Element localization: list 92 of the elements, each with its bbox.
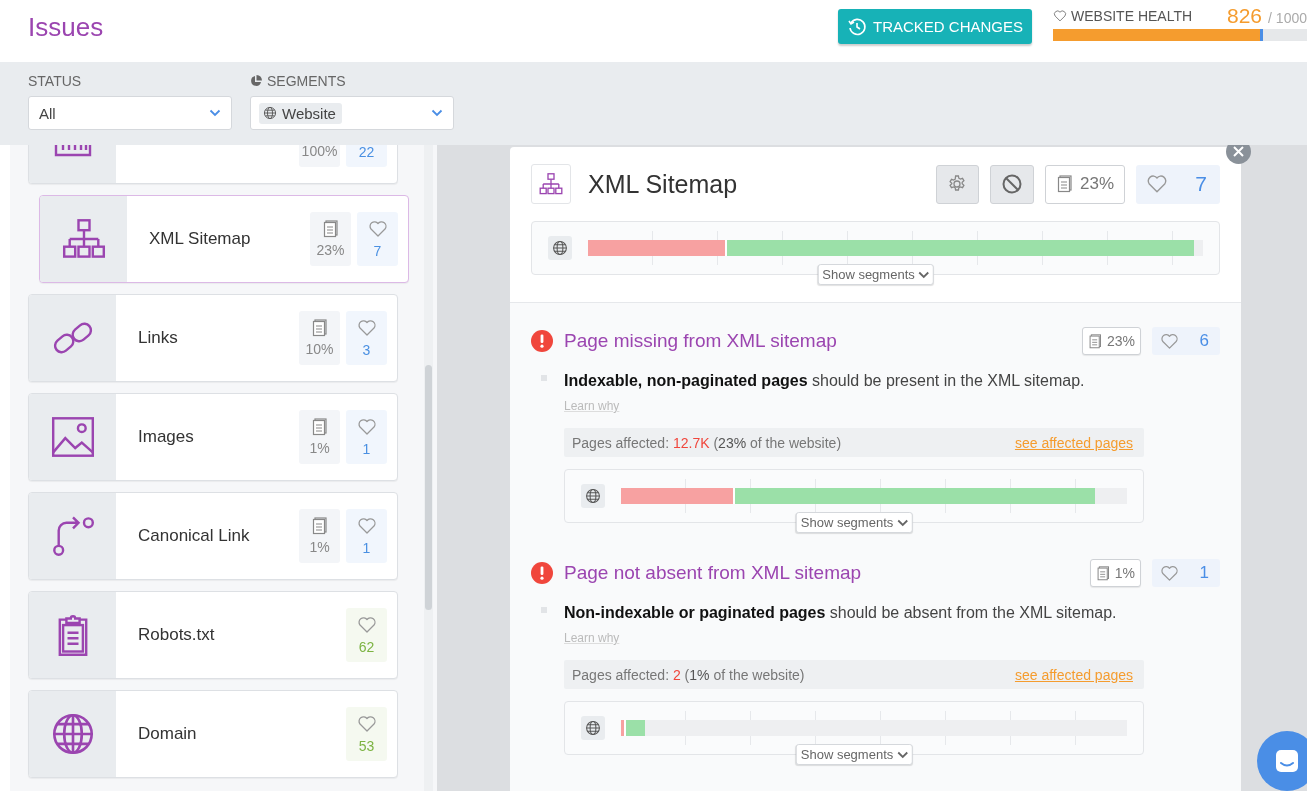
heart-icon	[356, 615, 377, 635]
pages-affected-text: Pages affected: 12.7K (23% of the website)	[572, 434, 842, 451]
pages-percent: 1%	[1089, 559, 1141, 587]
pages-percent: 23%	[1081, 327, 1141, 355]
heart-icon	[1053, 9, 1067, 23]
category-name: Robots.txt	[138, 625, 215, 645]
show-segments-button[interactable]: Show segments	[795, 744, 913, 765]
history-icon	[846, 16, 867, 37]
issue-count: 1	[1152, 559, 1220, 587]
sitemap-icon	[61, 217, 106, 261]
pie-chart-icon	[250, 74, 262, 87]
issue-count: 7	[357, 212, 398, 266]
heart-icon	[367, 219, 388, 239]
ignore-button[interactable]	[989, 164, 1034, 204]
category-card[interactable]: 100% 22	[28, 145, 398, 184]
pages-percent: 23%	[1044, 164, 1125, 204]
caret-icon	[209, 109, 221, 117]
issue-count: 7	[1136, 164, 1220, 204]
category-name: Domain	[138, 724, 197, 744]
close-icon	[1233, 146, 1244, 157]
caret-icon	[917, 270, 930, 279]
issue-title: Page not absent from XML sitemap	[564, 562, 863, 584]
scrollbar[interactable]	[424, 145, 433, 791]
globe-icon	[585, 488, 601, 504]
issue-description: Indexable, non-paginated pages should be present in the XML sitemap. Learn why	[564, 371, 1086, 415]
health-score: 826	[1227, 4, 1263, 28]
pages-percent: 10%	[299, 311, 340, 365]
issue-count: 6	[1152, 327, 1220, 355]
warning-icon	[531, 562, 553, 584]
page-title: Issues	[28, 12, 105, 43]
show-segments-button[interactable]: Show segments	[795, 512, 913, 533]
pages-percent: 1%	[299, 410, 340, 464]
pages-percent: 100%	[299, 145, 340, 167]
document-icon	[310, 418, 329, 436]
document-icon	[1055, 175, 1074, 193]
caret-icon	[896, 750, 909, 759]
pages-affected-text: Pages affected: 2 (1% of the website)	[572, 666, 805, 683]
status-label: STATUS	[28, 72, 83, 89]
category-card[interactable]: XML Sitemap 23% 7	[39, 195, 409, 283]
category-card[interactable]: Robots.txt 62	[28, 591, 398, 679]
issue-count: 53	[346, 707, 387, 761]
caret-icon	[896, 518, 909, 527]
heart-icon	[356, 318, 377, 338]
globe-icon	[50, 712, 95, 756]
issue-count: 62	[346, 608, 387, 662]
category-card[interactable]: Links 10% 3	[28, 294, 398, 382]
category-card[interactable]: Canonical Link 1% 1	[28, 492, 398, 580]
globe-icon	[263, 106, 277, 120]
website-health-label: WEBSITE HEALTH	[1053, 8, 1221, 24]
sitemap-icon	[539, 172, 563, 196]
heart-icon	[356, 417, 377, 437]
show-segments-button[interactable]: Show segments	[817, 264, 934, 285]
pages-percent: 23%	[310, 212, 351, 266]
settings-icon	[947, 174, 968, 194]
category-card[interactable]: Domain 53	[28, 690, 398, 778]
branch-arrow-icon	[50, 514, 95, 558]
category-name: XML Sitemap	[149, 229, 251, 249]
document-icon	[310, 319, 329, 337]
heart-icon	[1146, 173, 1168, 195]
globe-icon	[585, 720, 601, 736]
heart-icon	[356, 714, 377, 734]
document-icon	[310, 517, 329, 535]
document-icon	[321, 220, 340, 238]
category-name: Canonical Link	[138, 526, 250, 546]
document-icon	[1087, 333, 1103, 349]
heart-icon	[356, 516, 377, 536]
settings-button[interactable]	[935, 164, 979, 204]
document-icon	[1095, 565, 1111, 581]
issue-count: 22	[346, 145, 387, 167]
health-total: / 1000	[1268, 10, 1307, 26]
issue-count: 1	[346, 509, 387, 563]
chat-icon	[1274, 748, 1300, 774]
status-dropdown[interactable]: All	[28, 96, 232, 130]
segments-dropdown[interactable]: Website	[250, 96, 454, 130]
close-button[interactable]	[1226, 145, 1251, 164]
category-name: Images	[138, 427, 194, 447]
segments-label: SEGMENTS	[267, 72, 346, 89]
detail-title: XML Sitemap	[588, 169, 739, 199]
globe-icon	[552, 240, 568, 256]
issue-count: 3	[346, 311, 387, 365]
issue-count: 1	[346, 410, 387, 464]
heart-icon	[1160, 563, 1179, 583]
warning-icon	[531, 330, 553, 352]
caret-icon	[431, 109, 443, 117]
image-icon	[50, 415, 95, 459]
issue-title: Page missing from XML sitemap	[564, 330, 838, 352]
ban-icon	[1000, 173, 1023, 195]
category-name: Links	[138, 328, 178, 348]
heart-icon	[1160, 331, 1179, 351]
issue-description: Non-indexable or paginated pages should be absent from the XML sitemap. Learn why	[564, 603, 1118, 647]
pages-percent: 1%	[299, 509, 340, 563]
category-card[interactable]: Images 1% 1	[28, 393, 398, 481]
